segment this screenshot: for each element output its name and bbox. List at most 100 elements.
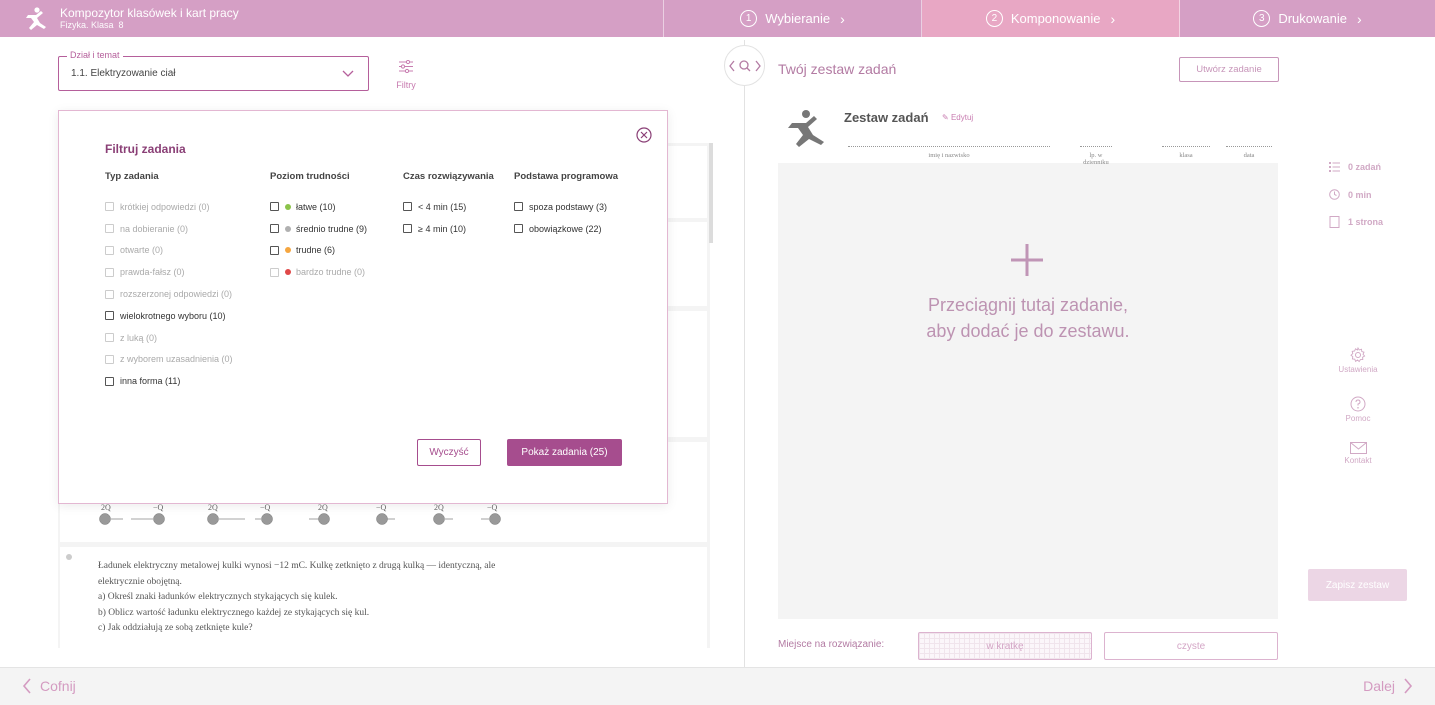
task-set-sheet[interactable]: Zestaw zadań ✎ Edytuj imię i nazwisko lp… <box>778 95 1278 619</box>
filter-group-curriculum: Podstawa programowa spoza podstawy (3) o… <box>514 171 618 240</box>
chevron-right-icon: › <box>1110 10 1116 27</box>
checkbox[interactable] <box>514 202 523 212</box>
filter-option[interactable]: trudne (6) <box>270 240 367 262</box>
filter-option[interactable]: średnio trudne (9) <box>270 218 367 240</box>
set-name: Zestaw zadań <box>844 110 929 125</box>
step-selecting[interactable]: 1 Wybieranie › <box>664 0 922 37</box>
field-name: imię i nazwisko <box>848 146 1050 159</box>
filter-option[interactable]: łatwe (10) <box>270 196 367 218</box>
filter-option[interactable]: ≥ 4 min (10) <box>403 218 494 240</box>
chevron-right-icon: › <box>1356 10 1362 27</box>
checkbox[interactable] <box>105 333 114 343</box>
filter-group-time: Czas rozwiązywania < 4 min (15) ≥ 4 min … <box>403 171 494 240</box>
checkbox[interactable] <box>105 354 114 364</box>
checkbox[interactable] <box>403 202 412 212</box>
chevron-right-icon: › <box>840 10 845 27</box>
filters-button[interactable]: Filtry <box>392 59 420 90</box>
filters-label: Filtry <box>396 80 416 90</box>
filter-option[interactable]: rozszerzonej odpowiedzi (0) <box>105 283 233 305</box>
filter-option[interactable]: wielokrotnego wyboru (10) <box>105 305 233 327</box>
checkbox[interactable] <box>105 311 114 321</box>
gear-icon <box>1350 346 1366 363</box>
charge-label: −Q <box>376 503 387 512</box>
checkbox[interactable] <box>105 267 114 277</box>
filter-group-difficulty: Poziom trudności łatwe (10) średnio trud… <box>270 171 367 283</box>
charge-label: 2Q <box>434 503 444 512</box>
step-label: Drukowanie <box>1278 11 1347 26</box>
step-composing[interactable]: 2 Komponowanie › <box>922 0 1180 37</box>
chevron-right-icon <box>1404 678 1413 694</box>
filter-option[interactable]: < 4 min (15) <box>403 196 494 218</box>
filter-option[interactable]: z wyborem uzasadnienia (0) <box>105 349 233 371</box>
settings-link[interactable]: Ustawienia <box>1330 346 1386 374</box>
difficulty-dot-icon <box>285 269 291 276</box>
topic-select[interactable]: Dział i temat 1.1. Elektryzowanie ciał <box>58 50 369 91</box>
runner-logo-icon <box>26 6 46 30</box>
step-number: 2 <box>985 10 1003 27</box>
charge-label: −Q <box>260 503 271 512</box>
back-button[interactable]: Cofnij <box>22 678 76 694</box>
filter-option[interactable]: prawda-fałsz (0) <box>105 261 233 283</box>
step-number: 3 <box>1253 10 1271 27</box>
charge-label: −Q <box>487 503 498 512</box>
clear-filters-button[interactable]: Wyczyść <box>417 439 481 466</box>
topic-select-label: Dział i temat <box>67 50 123 60</box>
checkbox[interactable] <box>270 202 279 212</box>
filter-option[interactable]: na dobieranie (0) <box>105 218 233 240</box>
solution-blank-button[interactable]: czyste <box>1104 632 1278 660</box>
filter-option[interactable]: bardzo trudne (0) <box>270 261 367 283</box>
help-link[interactable]: Pomoc <box>1330 396 1386 423</box>
difficulty-dot-icon <box>285 247 291 254</box>
checkbox[interactable] <box>105 245 114 255</box>
charged-spheres-figure: 2Q −Q 2Q −Q 2Q −Q 2Q −Q <box>99 503 501 525</box>
checkbox[interactable] <box>105 376 114 386</box>
chevron-left-icon <box>22 678 31 694</box>
filter-option[interactable]: z luką (0) <box>105 327 233 349</box>
filter-option[interactable]: inna forma (11) <box>105 370 233 392</box>
list-icon <box>1329 162 1340 172</box>
create-task-button[interactable]: Utwórz zadanie <box>1179 57 1279 82</box>
checkbox[interactable] <box>270 224 279 234</box>
task-line: elektrycznie obojętną. <box>98 576 182 587</box>
filter-option[interactable]: otwarte (0) <box>105 240 233 262</box>
field-class: klasa <box>1162 146 1210 159</box>
contact-link[interactable]: Kontakt <box>1330 442 1386 465</box>
search-arrows-icon <box>728 59 761 71</box>
help-icon <box>1350 396 1366 412</box>
task-line: a) Określ znaki ładunków elektrycznych s… <box>98 592 338 602</box>
chevron-down-icon <box>342 70 354 77</box>
checkbox[interactable] <box>105 289 114 299</box>
solution-grid-button[interactable]: w kratkę <box>918 632 1092 660</box>
checkbox[interactable] <box>105 202 114 212</box>
step-printing[interactable]: 3 Drukowanie › <box>1180 0 1435 37</box>
checkbox[interactable] <box>403 224 412 234</box>
difficulty-dot-icon <box>285 225 291 232</box>
filter-option[interactable]: spoza podstawy (3) <box>514 196 618 218</box>
checkbox[interactable] <box>105 224 114 234</box>
filter-option[interactable]: krótkiej odpowiedzi (0) <box>105 196 233 218</box>
checkbox[interactable] <box>270 245 279 255</box>
app-brand: Kompozytor klasówek i kart pracy Fizyka.… <box>0 0 664 37</box>
task-bullet <box>66 554 72 560</box>
show-tasks-button[interactable]: Pokaż zadania (25) <box>507 439 622 466</box>
edit-set-name-link[interactable]: ✎ Edytuj <box>942 113 973 122</box>
save-set-button[interactable]: Zapisz zestaw <box>1308 569 1407 601</box>
sheet-header: Zestaw zadań ✎ Edytuj imię i nazwisko lp… <box>778 95 1278 166</box>
page-count: 1 strona <box>1329 216 1383 228</box>
tasks-count: 0 zadań <box>1329 162 1381 172</box>
task-list-scrollbar[interactable] <box>709 143 713 243</box>
filter-option[interactable]: obowiązkowe (22) <box>514 218 618 240</box>
checkbox[interactable] <box>514 224 523 234</box>
close-icon[interactable] <box>636 127 652 143</box>
page-icon <box>1329 216 1340 228</box>
field-register-number: lp. w dzienniku <box>1080 146 1112 166</box>
panel-divider <box>744 40 745 667</box>
filter-group-type: Typ zadania krótkiej odpowiedzi (0) na d… <box>105 171 233 392</box>
next-button[interactable]: Dalej <box>1363 678 1413 694</box>
charge-label: −Q <box>153 503 164 512</box>
checkbox[interactable] <box>270 267 279 277</box>
task-set-title: Twój zestaw zadań <box>778 61 897 77</box>
difficulty-dot-icon <box>285 203 291 210</box>
panel-toggle-button[interactable] <box>724 45 765 86</box>
step-number: 1 <box>740 10 758 27</box>
